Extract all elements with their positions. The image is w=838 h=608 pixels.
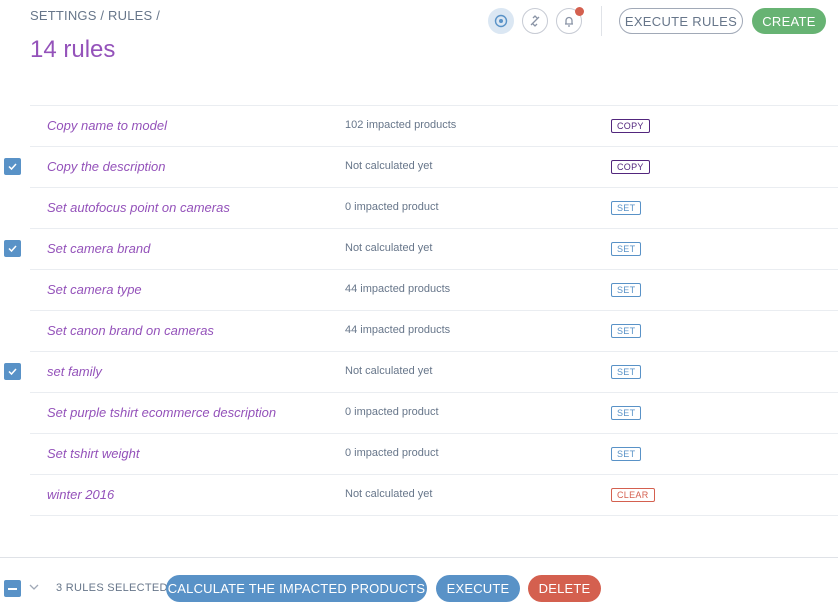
rule-name[interactable]: Set camera type [47,282,142,297]
action-badge: SET [611,242,642,256]
breadcrumb[interactable]: SETTINGS / RULES / [30,8,160,23]
table-row[interactable]: Set canon brand on cameras 44 impacted pr… [0,310,838,352]
table-row[interactable]: Copy name to model 102 impacted products C… [0,105,838,147]
chevron-down-icon [29,584,39,590]
action-badge: CLEAR [611,488,655,502]
impacted-products: Not calculated yet [345,365,433,377]
row-checkbox[interactable] [4,363,21,380]
row-checkbox[interactable] [4,240,21,257]
action-badge: SET [611,283,642,297]
table-row[interactable]: Set camera brand Not calculated yet SET [0,228,838,270]
header-separator [601,6,602,36]
impacted-products: 0 impacted product [345,406,439,418]
notifications-icon [565,16,573,27]
help-icon [494,14,508,28]
notification-dot [575,7,584,16]
check-icon [8,368,17,376]
table-row[interactable]: Set autofocus point on cameras 0 impacted… [0,187,838,229]
impacted-products: Not calculated yet [345,242,433,254]
rule-name[interactable]: Set canon brand on cameras [47,323,214,338]
selected-count: 3 RULES SELECTED [56,582,168,594]
action-badge: SET [611,447,642,461]
execute-rules-button[interactable]: EXECUTE RULES [619,8,743,34]
notifications-button[interactable] [556,7,584,34]
page-header: SETTINGS / RULES / 14 rules EXECUTE RULE… [0,0,838,78]
table-row[interactable]: Copy the description Not calculated yet CO… [0,146,838,188]
action-badge: COPY [611,160,650,174]
connection-icon [530,15,540,27]
action-badge: SET [611,324,642,338]
row-divider [30,515,838,516]
execute-button[interactable]: EXECUTE [436,575,520,602]
table-row[interactable]: Set tshirt weight 0 impacted product SET [0,433,838,475]
partial-check-icon [8,587,17,590]
rule-name[interactable]: Set camera brand [47,241,150,256]
page-title: 14 rules [30,36,116,63]
impacted-products: 44 impacted products [345,283,451,295]
check-icon [8,245,17,253]
row-checkbox[interactable] [4,158,21,175]
action-badge: COPY [611,119,650,133]
calculate-impacted-button[interactable]: CALCULATE THE IMPACTED PRODUCTS [166,575,427,602]
delete-button[interactable]: DELETE [528,575,601,602]
create-button[interactable]: CREATE [752,8,826,34]
connection-button[interactable] [522,8,548,34]
check-icon [8,163,17,171]
impacted-products: Not calculated yet [345,160,433,172]
selection-footer: 3 RULES SELECTED CALCULATE THE IMPACTED … [0,557,838,608]
rule-name[interactable]: Copy name to model [47,118,167,133]
rules-table: Categorize accessories0 impacted product… [0,55,838,516]
action-badge: SET [611,201,642,215]
action-badge: SET [611,365,642,379]
table-row[interactable]: Set purple tshirt ecommerce description 0… [0,392,838,434]
rule-name[interactable]: set family [47,364,102,379]
select-all-checkbox[interactable] [4,580,21,597]
impacted-products: 102 impacted products [345,119,457,131]
rule-name[interactable]: winter 2016 [47,487,114,502]
rule-name[interactable]: Set tshirt weight [47,446,140,461]
help-button[interactable] [488,8,514,34]
table-row[interactable]: Set camera type 44 impacted products SET [0,269,838,311]
action-badge: SET [611,406,642,420]
impacted-products: 0 impacted product [345,201,439,213]
rule-name[interactable]: Set autofocus point on cameras [47,200,230,215]
table-row[interactable]: winter 2016 Not calculated yet CLEAR [0,474,838,516]
rule-name[interactable]: Set purple tshirt ecommerce description [47,405,276,420]
selection-dropdown[interactable] [28,580,40,598]
header-icons [488,7,584,34]
table-row[interactable]: set family Not calculated yet SET [0,351,838,393]
impacted-products: 0 impacted product [345,447,439,459]
impacted-products: Not calculated yet [345,488,433,500]
impacted-products: 44 impacted products [345,324,451,336]
rule-name[interactable]: Copy the description [47,159,166,174]
